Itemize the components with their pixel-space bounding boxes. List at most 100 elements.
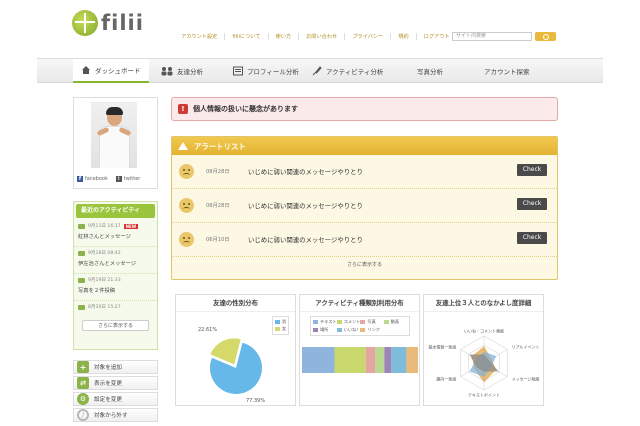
radar-panel-title: 友達上位３人とのなかよし度詳細	[424, 295, 543, 312]
top-link-privacy[interactable]: プライバシー	[345, 33, 392, 40]
tab-photo-analysis-label: 写真分析	[417, 68, 443, 76]
top-link-terms[interactable]: 規約	[391, 33, 417, 40]
check-button[interactable]: Check	[517, 232, 547, 244]
activity-text: 伊左治さんとメッセージ	[78, 261, 137, 267]
home-icon	[82, 66, 90, 74]
pie-label: 22.61%	[198, 327, 217, 333]
plus-icon: +	[77, 361, 89, 373]
privacy-alert-banner: ! 個人情報の扱いに懸念があります	[171, 97, 558, 121]
tab-profile-analysis[interactable]: プロフィール分析	[233, 59, 299, 83]
alert-date: 06月10日	[206, 237, 230, 243]
activity-item[interactable]: 9月18日 08:42 伊左治さんとメッセージ	[74, 247, 157, 274]
alert-row: 08月28日 いじめに弱い関連のメッセージやりとり Check	[172, 189, 557, 223]
activity-text: 写真を２件投稿	[78, 288, 116, 294]
closeness-radar-panel: 友達上位３人とのなかよし度詳細 いいね・コメント頻度 リアルイベント メッセージ頻度…	[423, 294, 544, 406]
top-link-how-to[interactable]: 使い方	[269, 33, 300, 40]
add-target-label: 対象を追加	[94, 365, 122, 371]
activity-date: 9月11日 16:17	[88, 224, 121, 229]
tab-photo-analysis[interactable]: 写真分析	[417, 59, 443, 83]
bar-segment	[391, 347, 407, 373]
alert-row: 06月10日 いじめに弱い関連のメッセージやりとり Check	[172, 223, 557, 257]
alert-list-title: アラートリスト	[194, 141, 246, 151]
facebook-link[interactable]: f facebook	[77, 176, 108, 182]
filii-logo[interactable]: filii	[72, 10, 144, 36]
people-icon	[161, 67, 173, 76]
profile-card: f facebook t twitter	[73, 97, 158, 189]
sad-face-icon	[179, 164, 194, 179]
tab-profile-analysis-label: プロフィール分析	[247, 68, 299, 76]
recent-activity-panel: 最近のアクティビティ 9月11日 16:17 NEW 紅林さんとメッセージ 9月1…	[73, 201, 158, 350]
sad-face-icon	[179, 232, 194, 247]
new-badge: NEW	[123, 223, 139, 229]
alert-text: いじめに弱い関連のメッセージやりとり	[248, 236, 363, 244]
tab-dashboard-label: ダッシュボード	[95, 67, 141, 75]
activity-item[interactable]: 9月11日 16:17 NEW 紅林さんとメッセージ	[74, 220, 157, 247]
radar-axis-label: 基本情報一致度	[428, 344, 456, 350]
top-links: アカウント設定 filiiについて 使い方 お問い合わせ プライバシー 規約 ロ…	[174, 33, 457, 40]
arrows-icon: ⇄	[77, 377, 89, 389]
profile-card-icon	[233, 66, 243, 76]
facebook-icon: f	[77, 176, 83, 182]
bar-segment	[365, 347, 376, 373]
top-link-logout[interactable]: ログアウト	[417, 33, 457, 40]
prohibit-icon: /	[77, 409, 89, 421]
radar-axis-label: リアルイベント	[512, 345, 540, 350]
top-link-contact[interactable]: お問い合わせ	[299, 33, 346, 40]
profile-photo[interactable]	[91, 102, 137, 168]
gender-pie-chart: 77.39% 22.61%	[198, 327, 265, 404]
change-settings-label: 設定を変更	[94, 397, 122, 403]
exclamation-icon: !	[178, 104, 188, 114]
pie-label: 77.39%	[246, 398, 265, 404]
activity-date: 8月30日 15:27	[88, 305, 121, 310]
alert-more-link[interactable]: さらに表示する	[172, 261, 557, 268]
search-button[interactable]	[535, 32, 556, 41]
main-nav: ダッシュボード 友達分析 プロフィール分析 アクティビティ分析 写真分析 アカウ…	[37, 58, 603, 83]
tab-friend-analysis[interactable]: 友達分析	[161, 59, 203, 83]
change-display-button[interactable]: ⇄ 表示を変更	[73, 376, 158, 390]
check-button[interactable]: Check	[517, 198, 547, 210]
alert-text: いじめに弱い関連のメッセージやりとり	[248, 202, 363, 210]
remove-target-button[interactable]: / 対象から外す	[73, 408, 158, 422]
bar-segment	[302, 347, 335, 373]
message-icon	[78, 304, 85, 310]
top-link-about[interactable]: filiiについて	[225, 33, 269, 40]
gear-icon: ⚙	[77, 393, 89, 405]
search-input[interactable]: サイト内検索	[452, 32, 532, 41]
activity-more-button[interactable]: さらに表示する	[82, 320, 149, 331]
warning-icon	[178, 142, 188, 150]
alert-text: いじめに弱い関連のメッセージやりとり	[248, 168, 363, 176]
tab-activity-analysis[interactable]: アクティビティ分析	[312, 59, 383, 83]
activity-item[interactable]: 8月30日 15:27	[74, 301, 157, 317]
activity-stacked-bar	[302, 347, 418, 373]
add-target-button[interactable]: + 対象を追加	[73, 360, 158, 374]
remove-target-label: 対象から外す	[94, 413, 128, 419]
twitter-icon: t	[115, 176, 122, 182]
social-links: f facebook t twitter	[77, 176, 140, 182]
bar-segment	[384, 347, 392, 373]
activity-date: 9月19日 21:33	[88, 278, 121, 283]
radar-axis-label: いいね・コメント頻度	[464, 328, 504, 334]
top-link-account-settings[interactable]: アカウント設定	[174, 33, 226, 40]
activity-text: 紅林さんとメッセージ	[78, 234, 131, 240]
alert-row: 08月28日 いじめに弱い関連のメッセージやりとり Check	[172, 155, 557, 189]
rocket-icon	[312, 66, 322, 76]
alert-banner-text: 個人情報の扱いに懸念があります	[193, 105, 298, 113]
activity-panel-title: アクティビティ種類別利用分布	[300, 295, 419, 312]
gender-panel-title: 友達の性別分布	[176, 295, 295, 312]
message-icon	[78, 223, 85, 229]
message-icon	[78, 250, 85, 256]
activity-item[interactable]: 9月19日 21:33 写真を２件投稿	[74, 274, 157, 301]
facebook-label: facebook	[85, 176, 108, 182]
check-button[interactable]: Check	[517, 164, 547, 176]
twitter-link[interactable]: t twitter	[115, 176, 140, 182]
tab-account-search[interactable]: アカウント探索	[484, 59, 530, 83]
change-display-label: 表示を変更	[94, 381, 122, 387]
action-list: + 対象を追加 ⇄ 表示を変更 ⚙ 設定を変更 / 対象から外す	[73, 360, 158, 424]
tab-dashboard[interactable]: ダッシュボード	[73, 59, 149, 83]
tab-friend-analysis-label: 友達分析	[177, 68, 203, 76]
activity-date: 9月18日 08:42	[88, 251, 121, 256]
bar-segment	[334, 347, 366, 373]
change-settings-button[interactable]: ⚙ 設定を変更	[73, 392, 158, 406]
tab-activity-analysis-label: アクティビティ分析	[326, 68, 384, 76]
bar-segment	[406, 347, 418, 373]
